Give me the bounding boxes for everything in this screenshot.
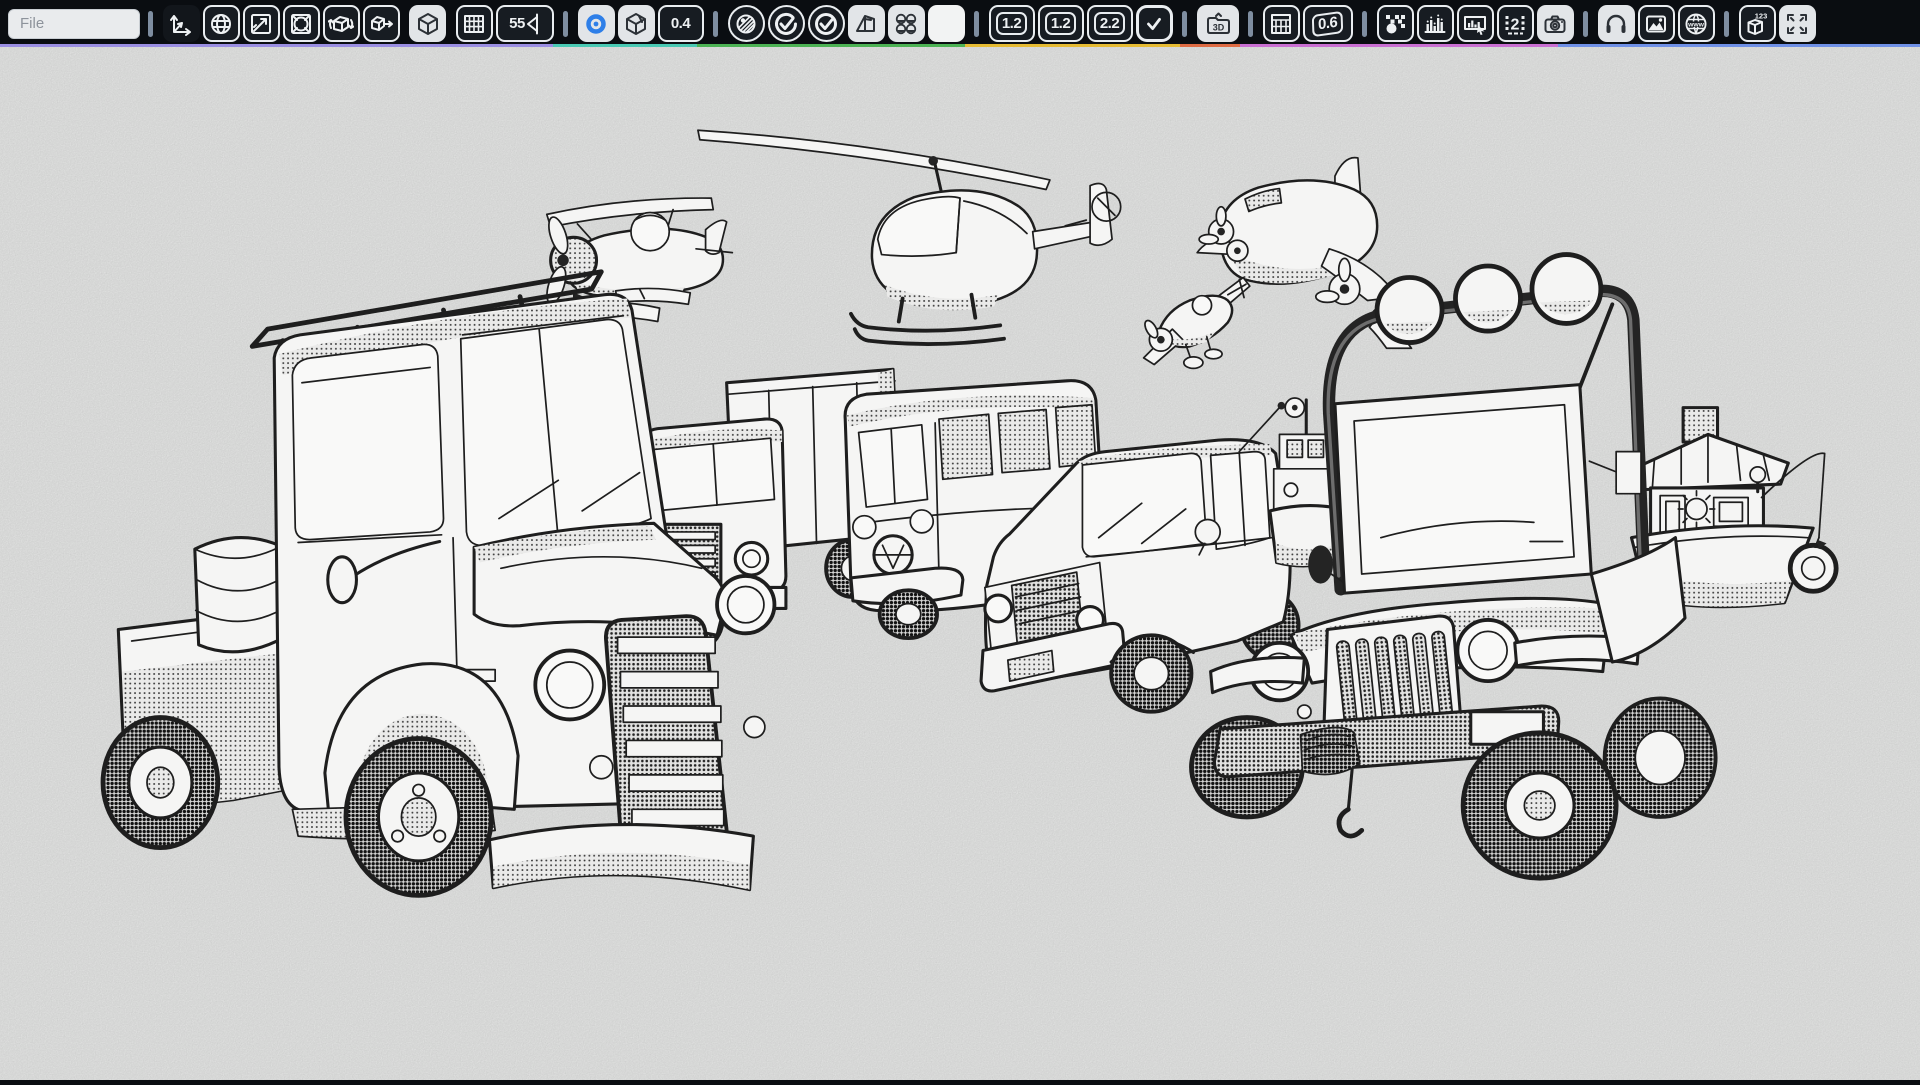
target-ring-button[interactable] <box>578 5 615 42</box>
blank-swatch-button[interactable] <box>928 5 965 42</box>
headphones-icon <box>1603 11 1629 37</box>
window-columns-icon <box>1268 11 1294 37</box>
frame-count-button[interactable]: 2 <box>1497 5 1534 42</box>
image-button[interactable] <box>1638 5 1675 42</box>
cube-button[interactable] <box>409 5 446 42</box>
film-strip-icon: 2 <box>1502 11 1528 37</box>
globe-icon <box>208 11 234 37</box>
cube-rotate-button[interactable] <box>323 5 360 42</box>
toolbar-divider <box>1362 11 1367 37</box>
dot-scale-value: 0.6 <box>1312 10 1344 36</box>
web-button[interactable]: www <box>1678 5 1715 42</box>
four-spheres-button[interactable] <box>888 5 925 42</box>
screen-diagonal-icon <box>248 11 274 37</box>
screen-diagonal-button[interactable] <box>243 5 280 42</box>
toolbar-divider <box>1248 11 1253 37</box>
folder-3d-label: 3D <box>1212 22 1224 32</box>
toolbar-divider <box>148 11 153 37</box>
toolbar-divider <box>563 11 568 37</box>
globe-button[interactable] <box>203 5 240 42</box>
cube-rotate-icon <box>328 11 354 37</box>
four-spheres-icon <box>893 11 919 37</box>
globe-www-icon: www <box>1683 11 1709 37</box>
toolbar-divider <box>1724 11 1729 37</box>
expand-icon <box>1784 11 1810 37</box>
dither-pattern-icon <box>1382 11 1408 37</box>
checkbox-check-icon <box>1142 12 1166 36</box>
target-ring-icon <box>583 11 609 37</box>
cube-numbers-button[interactable]: 123 <box>1739 5 1776 42</box>
cube-icon <box>623 11 649 37</box>
cube-icon <box>415 11 441 37</box>
check-circle-icon <box>813 11 839 37</box>
frame-circle-icon <box>288 11 314 37</box>
check-circle-dotted-icon <box>773 11 799 37</box>
check-button[interactable] <box>808 5 845 42</box>
folder-icon: 3D <box>1204 11 1232 37</box>
spacing-value-button[interactable]: 0.4 <box>658 5 704 42</box>
graph-pointer-button[interactable] <box>1457 5 1494 42</box>
prism-icon <box>853 11 879 37</box>
axes-icon <box>168 11 194 37</box>
grid-icon <box>461 11 487 37</box>
cube-move-button[interactable] <box>363 5 400 42</box>
prism-button[interactable] <box>848 5 885 42</box>
camera-icon <box>1542 11 1568 37</box>
dither-pattern-button[interactable] <box>1377 5 1414 42</box>
cube-numbers-label: 123 <box>1755 11 1768 20</box>
dot-scale-button[interactable]: 0.6 <box>1303 5 1353 42</box>
fov-value: 55 <box>509 15 525 32</box>
cube-move-icon <box>368 11 394 37</box>
level-b-button[interactable]: 1.2 <box>1038 5 1084 42</box>
camera-frustum-icon <box>525 13 540 35</box>
grid-button[interactable] <box>456 5 493 42</box>
graph-pointer-icon <box>1462 11 1488 37</box>
axes-button[interactable] <box>163 5 200 42</box>
spacing-value: 0.4 <box>671 15 690 32</box>
equalizer-button[interactable] <box>1417 5 1454 42</box>
level-a-button[interactable]: 1.2 <box>989 5 1035 42</box>
frame-circle-button[interactable] <box>283 5 320 42</box>
cube-123-icon: 123 <box>1744 11 1770 37</box>
viewport-canvas[interactable] <box>0 47 1920 1080</box>
halftone-sphere-icon <box>733 11 759 37</box>
level-b-value: 1.2 <box>1045 12 1076 35</box>
toolbar: File <box>0 0 1920 47</box>
image-icon <box>1643 11 1669 37</box>
enable-check-button[interactable] <box>1136 5 1173 42</box>
scene-render <box>0 47 1920 1080</box>
gamma-button[interactable]: 2.2 <box>1087 5 1133 42</box>
headphones-button[interactable] <box>1598 5 1635 42</box>
expand-button[interactable] <box>1779 5 1816 42</box>
file-menu-label: File <box>20 15 44 32</box>
frame-count-value: 2 <box>1511 16 1520 33</box>
equalizer-icon <box>1422 11 1448 37</box>
level-a-value: 1.2 <box>996 12 1027 35</box>
web-label: www <box>1687 21 1705 28</box>
toolbar-divider <box>1182 11 1187 37</box>
fov-button[interactable]: 55 <box>496 5 554 42</box>
halftone-sphere-button[interactable] <box>728 5 765 42</box>
file-menu-button[interactable]: File <box>8 9 140 39</box>
cube-outline-button[interactable] <box>618 5 655 42</box>
check-dotted-button[interactable] <box>768 5 805 42</box>
toolbar-divider <box>713 11 718 37</box>
camera-button[interactable] <box>1537 5 1574 42</box>
toolbar-divider <box>1583 11 1588 37</box>
toolbar-divider <box>974 11 979 37</box>
window-columns-button[interactable] <box>1263 5 1300 42</box>
folder-3d-button[interactable]: 3D <box>1197 5 1239 42</box>
gamma-value: 2.2 <box>1094 12 1125 35</box>
